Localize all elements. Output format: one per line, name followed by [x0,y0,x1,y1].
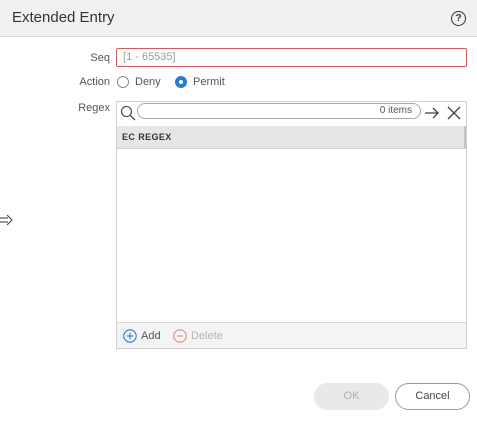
seq-input[interactable]: [1 - 65535] [116,48,467,67]
arrow-right-icon[interactable] [424,105,440,121]
search-icon[interactable] [120,105,136,121]
action-label: Action [79,76,110,88]
grid-footer: Add Delete [117,322,466,348]
column-header[interactable]: EC REGEX [117,126,466,149]
minus-circle-icon [173,329,187,343]
drag-arrow-icon[interactable] [0,214,14,226]
seq-label: Seq [90,52,110,64]
dialog-titlebar: Extended Entry ? [0,0,477,37]
grid-body [117,149,466,322]
seq-placeholder: [1 - 65535] [123,51,176,63]
items-count: 0 items [379,105,412,116]
column-header-ec-regex[interactable]: EC REGEX [122,132,172,142]
action-deny-label[interactable]: Deny [135,76,161,88]
action-deny-radio[interactable] [117,76,129,88]
ok-button[interactable]: OK [314,383,389,410]
cancel-button[interactable]: Cancel [395,383,470,410]
action-permit-label[interactable]: Permit [193,76,225,88]
column-resize-handle[interactable] [464,126,466,148]
plus-circle-icon [123,329,137,343]
help-icon[interactable]: ? [451,11,466,26]
extended-entry-dialog: Extended Entry ? Seq [1 - 65535] Action … [0,0,477,422]
regex-label: Regex [78,102,110,114]
close-icon[interactable] [446,105,462,121]
add-label: Add [141,330,161,342]
regex-grid: 0 items EC REGEX Add Delete [116,101,467,349]
action-permit-radio[interactable] [175,76,187,88]
grid-toolbar: 0 items [117,102,466,124]
regex-search-input[interactable]: 0 items [137,103,421,119]
delete-label: Delete [191,330,223,342]
dialog-title: Extended Entry [12,9,115,26]
